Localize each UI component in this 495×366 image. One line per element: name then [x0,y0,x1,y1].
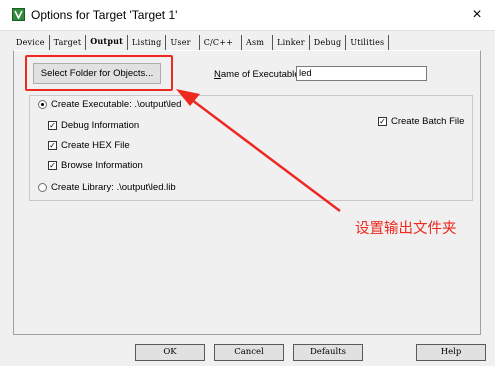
annotation-arrow [176,89,341,212]
help-button[interactable]: Help [416,344,486,361]
annotation-text: 设置输出文件夹 [355,221,457,237]
defaults-button[interactable]: Defaults [293,344,363,361]
ok-button[interactable]: OK [135,344,205,361]
cancel-button[interactable]: Cancel [214,344,284,361]
